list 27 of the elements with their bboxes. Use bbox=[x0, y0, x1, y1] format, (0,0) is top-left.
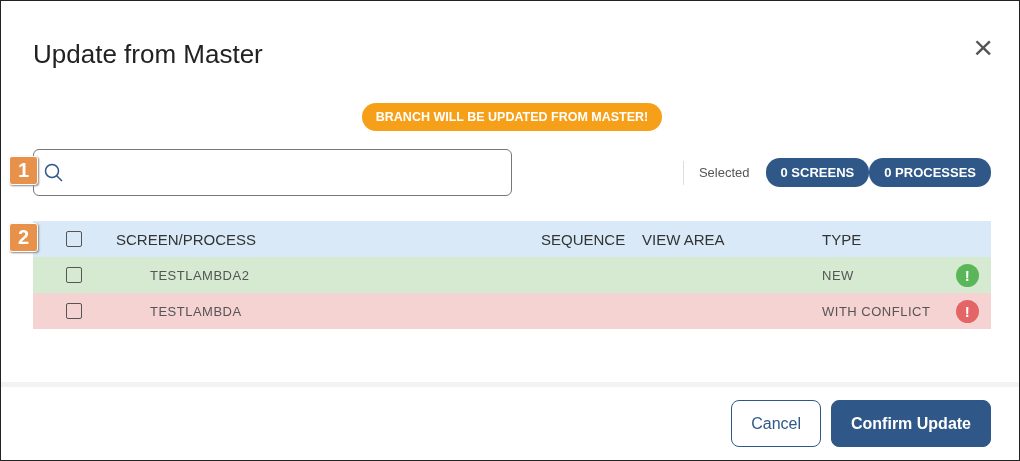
column-header: SEQUENCE bbox=[541, 230, 627, 248]
table-cell: NEW bbox=[822, 267, 854, 283]
callout-number: 1 bbox=[9, 156, 38, 185]
table-row[interactable]: TESTLAMBDA2 NEW ! bbox=[33, 257, 991, 293]
cancel-button[interactable]: Cancel bbox=[731, 400, 821, 447]
callout-number: 2 bbox=[9, 223, 38, 252]
search-icon bbox=[44, 162, 64, 183]
column-header: TYPE bbox=[822, 230, 863, 248]
status-icon: ! bbox=[956, 299, 979, 323]
row-checkbox[interactable] bbox=[66, 267, 82, 283]
confirm-button[interactable]: Confirm Update bbox=[831, 400, 991, 447]
count-pill: 0 SCREENS bbox=[765, 158, 870, 187]
select-all-checkbox[interactable] bbox=[66, 231, 82, 247]
selected-label: Selected bbox=[698, 165, 750, 180]
count-pill: 0 PROCESSES bbox=[869, 158, 991, 187]
column-header: SCREEN/PROCESS bbox=[116, 230, 258, 248]
table-cell: WITH CONFLICT bbox=[822, 303, 931, 319]
table-row[interactable]: TESTLAMBDA WITH CONFLICT ! bbox=[33, 293, 991, 329]
search-field[interactable] bbox=[33, 149, 512, 196]
dialog-title: Update from Master bbox=[33, 38, 263, 70]
table-cell-text: TESTLAMBDA2 bbox=[149, 267, 251, 283]
column-header: VIEW AREA bbox=[642, 230, 726, 248]
table-cell-text: TESTLAMBDA bbox=[149, 303, 243, 319]
row-checkbox[interactable] bbox=[66, 303, 82, 319]
warning-banner: BRANCH WILL BE UPDATED FROM MASTER! bbox=[361, 103, 663, 131]
close-button[interactable]: × bbox=[973, 30, 993, 64]
status-icon: ! bbox=[956, 263, 979, 287]
